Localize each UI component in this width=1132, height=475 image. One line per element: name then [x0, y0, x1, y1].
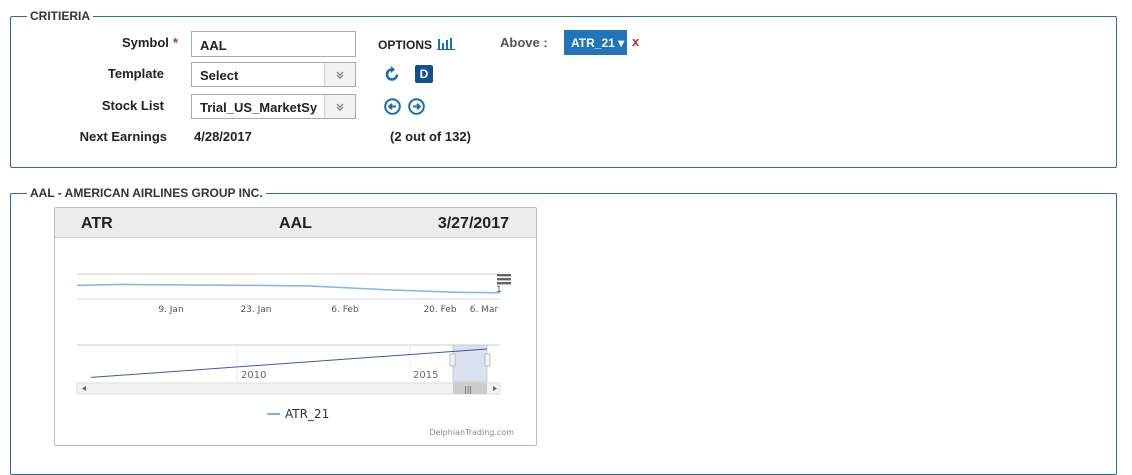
d-button[interactable]: D [415, 65, 433, 83]
chart-indicator: ATR [81, 215, 113, 232]
previous-arrow-icon[interactable] [384, 98, 401, 118]
navigator-scrollbar-track [76, 382, 501, 395]
chart-credit: DelphianTrading.com [429, 428, 514, 437]
x-tick-label: 23. Jan [240, 305, 271, 315]
menu-bar [497, 278, 511, 281]
stock-list-select-value: Trial_US_MarketSymbols [200, 100, 318, 115]
d-button-label: D [419, 67, 429, 81]
symbol-position-text: (2 out of 132) [390, 129, 471, 144]
next-earnings-label: Next Earnings [79, 129, 167, 144]
atr-chart: 9. Jan 23. Jan 6. Feb 20. Feb 6. Mar12010 201… [76, 273, 514, 437]
stock-list-label: Stock List [101, 98, 164, 113]
chart-date: 3/27/2017 [437, 215, 509, 232]
menu-bar [497, 282, 511, 285]
menu-bar [497, 274, 511, 277]
double-chevron-down-icon[interactable] [324, 95, 355, 118]
double-chevron-down-icon[interactable] [324, 63, 355, 86]
x-tick-label: 6. Feb [331, 305, 359, 315]
navigator-handle-left [449, 353, 456, 367]
options-link[interactable]: OPTIONS [378, 37, 456, 52]
navigator-tick-label: 2015 [413, 370, 438, 381]
symbol-label-text: Symbol [121, 35, 169, 50]
bar-chart-icon [437, 38, 456, 50]
template-select[interactable]: Select [191, 62, 356, 87]
chart-symbol: AAL [279, 215, 312, 232]
template-select-value: Select [200, 68, 239, 83]
x-tick-label: 9. Jan [158, 305, 183, 315]
symbol-label: Symbol * [100, 35, 178, 50]
series-line-atr21 [76, 283, 501, 294]
chart-header: ATR AAL 3/27/2017 [55, 208, 536, 238]
refresh-icon[interactable] [384, 66, 401, 86]
chart-card: ATR AAL 3/27/2017 9. Jan 23. Jan 6. Feb 20.… [54, 207, 537, 446]
navigator-handle-right [484, 353, 491, 367]
above-label: Above : [500, 35, 548, 50]
template-label: Template [107, 66, 164, 81]
symbol-input[interactable]: AAL [191, 31, 356, 57]
next-earnings-value: 4/28/2017 [194, 129, 252, 144]
filter-tag-atr21[interactable]: ATR_21 ▾ [564, 30, 627, 55]
criteria-legend: CRITIERIA [27, 9, 93, 23]
remove-filter-button[interactable]: x [632, 34, 639, 49]
x-tick-label: 6. Mar [470, 305, 499, 315]
company-legend: AAL - AMERICAN AIRLINES GROUP INC. [27, 186, 266, 200]
chart-menu-icon[interactable] [497, 274, 511, 285]
scrollbar-grip-icon: ||| [464, 385, 472, 394]
next-arrow-icon[interactable] [408, 98, 425, 118]
navigator-tick-label: 2010 [241, 370, 266, 381]
legend-label: ATR_21 [285, 407, 329, 421]
options-label: OPTIONS [378, 38, 433, 52]
required-asterisk: * [172, 35, 178, 50]
x-tick-label: 20. Feb [423, 305, 456, 315]
stock-list-select[interactable]: Trial_US_MarketSymbols [191, 94, 356, 119]
